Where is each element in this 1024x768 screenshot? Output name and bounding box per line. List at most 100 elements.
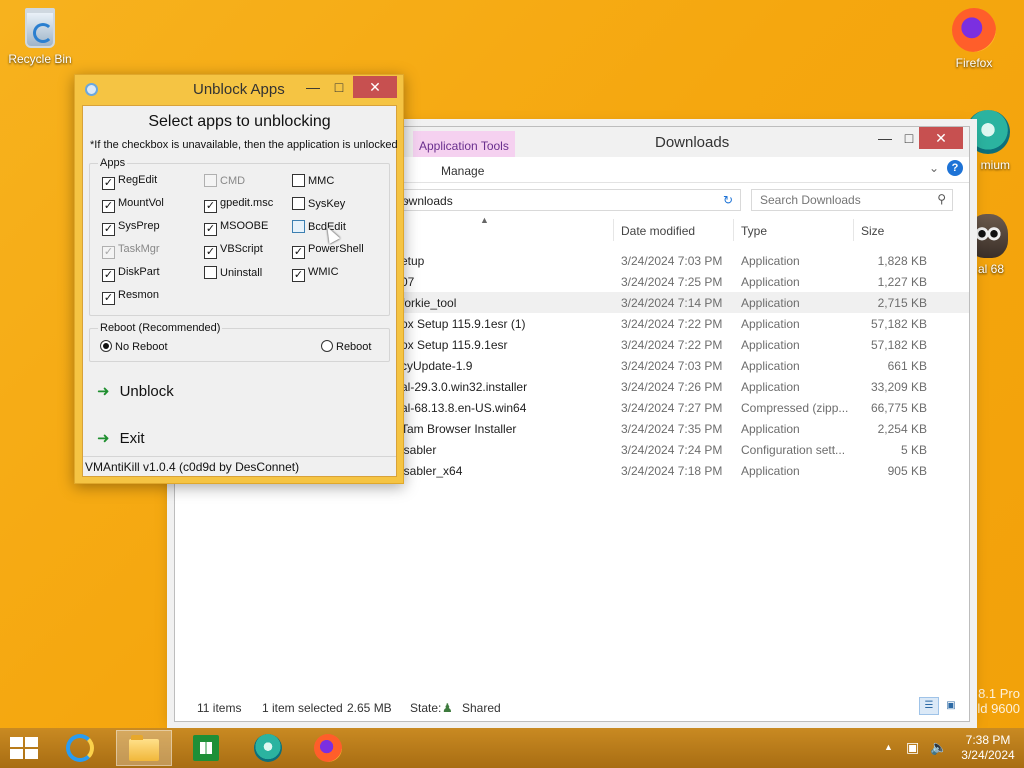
state-value: Shared — [462, 701, 501, 715]
refresh-icon[interactable]: ↻ — [715, 189, 741, 211]
checkbox-powershell[interactable]: ✓ PowerShell — [292, 243, 364, 259]
file-size: 1,227 KB — [877, 275, 927, 289]
dialog-note: *If the checkbox is unavailable, then th… — [90, 139, 398, 151]
checkbox-indicator: ✓ — [102, 269, 115, 282]
checkbox-mountvol[interactable]: ✓ MountVol — [102, 197, 164, 213]
file-date: 3/24/2024 7:24 PM — [621, 443, 723, 457]
reboot-group: Reboot (Recommended) No Reboot Reboot — [89, 322, 390, 362]
large-icons-view-icon[interactable]: ▣ — [941, 697, 961, 715]
taskbar-firefox[interactable] — [300, 730, 356, 766]
radio-no-reboot[interactable]: No Reboot — [100, 340, 168, 353]
checkbox-syskey[interactable]: SysKey — [292, 197, 345, 210]
state-label: State: — [410, 701, 442, 715]
chevron-down-icon[interactable]: ⌄ — [929, 161, 939, 175]
checkbox-resmon[interactable]: ✓ Resmon — [102, 289, 159, 305]
checkbox-wmic[interactable]: ✓ WMIC — [292, 266, 339, 282]
radio-label: No Reboot — [115, 341, 168, 353]
radio-indicator — [100, 340, 112, 352]
column-header-date[interactable]: Date modified — [621, 224, 695, 238]
selection-size: 2.65 MB — [347, 701, 392, 715]
file-date: 3/24/2024 7:22 PM — [621, 338, 723, 352]
checkbox-label: MountVol — [118, 197, 164, 209]
radio-label: Reboot — [336, 341, 372, 353]
system-clock[interactable]: 7:38 PM 3/24/2024 — [956, 733, 1020, 763]
column-separator[interactable] — [613, 219, 614, 241]
file-size: 57,182 KB — [870, 317, 927, 331]
taskbar: ▲ ▣ 🔈 7:38 PM 3/24/2024 — [0, 728, 1024, 768]
checkbox-sysprep[interactable]: ✓ SysPrep — [102, 220, 160, 236]
dialog-title: Unblock Apps — [193, 81, 285, 98]
apps-group-label: Apps — [98, 157, 128, 169]
file-date: 3/24/2024 7:22 PM — [621, 317, 723, 331]
desktop-icon-firefox[interactable]: Firefox — [936, 8, 1012, 70]
apps-group: Apps ✓ RegEdit CMD MMC ✓ MountVol ✓ gpedit.msc S… — [89, 157, 390, 316]
radio-indicator — [321, 340, 333, 352]
checkbox-indicator: ✓ — [102, 177, 115, 190]
file-size: 2,254 KB — [877, 422, 927, 436]
app-icon — [85, 83, 98, 96]
file-size: 5 KB — [900, 443, 927, 457]
file-size: 2,715 KB — [877, 296, 927, 310]
checkbox-indicator: ✓ — [292, 246, 305, 259]
address-bar[interactable]: ownloads ⌄ — [401, 189, 741, 211]
checkbox-label: CMD — [220, 175, 246, 187]
file-type: Application — [741, 275, 800, 289]
file-type: Application — [741, 422, 800, 436]
search-input[interactable] — [752, 190, 922, 210]
checkbox-vbscript[interactable]: ✓ VBScript — [204, 243, 263, 259]
file-type: Application — [741, 380, 800, 394]
network-icon[interactable]: ▣ — [906, 739, 919, 756]
details-view-icon[interactable]: ☰ — [919, 697, 939, 715]
exit-button[interactable]: ➜ Exit — [97, 429, 145, 447]
store-icon — [193, 735, 219, 761]
checkbox-gpedit-msc[interactable]: ✓ gpedit.msc — [204, 197, 273, 213]
checkbox-msoobe[interactable]: ✓ MSOOBE — [204, 220, 268, 236]
file-size: 1,828 KB — [877, 254, 927, 268]
chevron-down-icon[interactable]: ⌄ — [402, 193, 710, 206]
close-button[interactable]: ✕ — [919, 127, 963, 149]
file-date: 3/24/2024 7:03 PM — [621, 254, 723, 268]
taskbar-file-explorer[interactable] — [116, 730, 172, 766]
checkbox-indicator: ✓ — [102, 292, 115, 305]
checkbox-regedit[interactable]: ✓ RegEdit — [102, 174, 157, 190]
close-button[interactable]: ✕ — [353, 76, 397, 98]
selection-count: 1 item selected — [262, 701, 343, 715]
windows-logo-icon — [10, 749, 23, 759]
checkbox-label: gpedit.msc — [220, 197, 274, 209]
file-name: isabler — [401, 443, 437, 457]
tab-manage[interactable]: Manage — [441, 164, 484, 178]
column-header-size[interactable]: Size — [861, 224, 884, 238]
help-icon[interactable]: ? — [947, 160, 963, 176]
checkbox-indicator: ✓ — [292, 269, 305, 282]
file-size: 33,209 KB — [870, 380, 927, 394]
file-type: Application — [741, 338, 800, 352]
tab-application-tools[interactable]: Application Tools — [413, 131, 515, 157]
taskbar-browser[interactable] — [240, 730, 296, 766]
checkbox-mmc[interactable]: MMC — [292, 174, 334, 187]
radio-reboot[interactable]: Reboot — [321, 340, 371, 353]
tray-show-hidden-icon[interactable]: ▲ — [884, 742, 893, 752]
maximize-button[interactable]: □ — [323, 76, 355, 98]
volume-muted-icon[interactable]: 🔈 — [930, 739, 947, 756]
unblock-button[interactable]: ➜ Unblock — [97, 382, 174, 400]
sort-ascending-icon: ▲ — [480, 215, 489, 225]
file-name: ox Setup 115.9.1esr — [401, 338, 508, 352]
taskbar-internet-explorer[interactable] — [52, 730, 108, 766]
checkbox-indicator: ✓ — [204, 246, 217, 259]
checkbox-indicator — [204, 266, 217, 279]
search-box[interactable]: ⚲ — [751, 189, 953, 211]
checkbox-bcdedit[interactable]: BcdEdit — [292, 220, 346, 233]
dialog-footer: VMAntiKill v1.0.4 (c0d9d by DesConnet) — [83, 456, 396, 476]
checkbox-indicator — [204, 174, 217, 187]
column-header-type[interactable]: Type — [741, 224, 767, 238]
start-button[interactable] — [8, 737, 38, 759]
desktop-icon-recycle-bin[interactable]: Recycle Bin — [2, 6, 78, 66]
file-date: 3/24/2024 7:25 PM — [621, 275, 723, 289]
view-switcher: ☰ ▣ — [919, 697, 963, 715]
column-separator[interactable] — [853, 219, 854, 241]
checkbox-uninstall[interactable]: Uninstall — [204, 266, 262, 279]
file-name: Tam Browser Installer — [401, 422, 517, 436]
checkbox-diskpart[interactable]: ✓ DiskPart — [102, 266, 160, 282]
taskbar-store[interactable] — [178, 730, 234, 766]
column-separator[interactable] — [733, 219, 734, 241]
